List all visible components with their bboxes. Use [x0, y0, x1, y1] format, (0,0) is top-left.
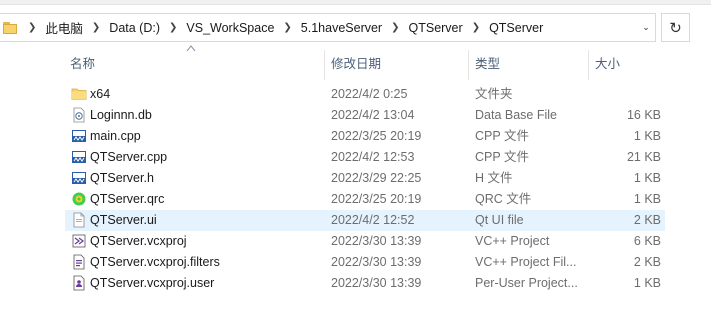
- file-row[interactable]: QTServer.qrc 2022/3/25 20:19 QRC 文件 1 KB: [65, 189, 665, 210]
- file-name: Loginnn.db: [90, 108, 152, 122]
- file-size: 2 KB: [633, 213, 661, 227]
- file-type: Data Base File: [475, 108, 557, 122]
- column-header-row: 名称 修改日期 类型 大小: [0, 50, 711, 80]
- header-file-icon: [71, 170, 87, 186]
- file-type: QRC 文件: [475, 192, 532, 206]
- column-header-name[interactable]: 名称: [64, 50, 324, 80]
- file-type: VC++ Project: [475, 234, 550, 248]
- file-name: QTServer.cpp: [90, 150, 168, 164]
- address-dropdown-button[interactable]: ⌄: [636, 13, 656, 42]
- file-row[interactable]: QTServer.ui 2022/4/2 12:52 Qt UI file 2 KB: [65, 210, 665, 231]
- folder-icon: [3, 21, 19, 34]
- file-name: QTServer.vcxproj: [90, 234, 187, 248]
- file-name: QTServer.h: [90, 171, 154, 185]
- file-row[interactable]: QTServer.vcxproj.user 2022/3/30 13:39 Per-…: [65, 273, 665, 294]
- file-type: H 文件: [475, 171, 513, 185]
- chevron-right-icon[interactable]: ❯: [283, 22, 291, 33]
- refresh-icon: ↻: [669, 19, 682, 37]
- file-row[interactable]: QTServer.vcxproj.filters 2022/3/30 13:39 V…: [65, 252, 665, 273]
- breadcrumb-workspace[interactable]: VS_WorkSpace: [186, 21, 274, 35]
- file-modified-date: 2022/4/2 0:25: [331, 87, 408, 101]
- file-row[interactable]: QTServer.h 2022/3/29 22:25 H 文件 1 KB: [65, 168, 665, 189]
- file-name: main.cpp: [90, 129, 141, 143]
- file-type: VC++ Project Fil...: [475, 255, 577, 269]
- file-size: [591, 84, 661, 105]
- file-modified-date: 2022/3/25 20:19: [331, 129, 422, 143]
- file-modified-date: 2022/3/30 13:39: [331, 276, 422, 290]
- qt-resource-icon: [71, 191, 87, 207]
- chevron-right-icon[interactable]: ❯: [92, 22, 100, 33]
- file-modified-date: 2022/3/25 20:19: [331, 192, 422, 206]
- file-row[interactable]: Loginnn.db 2022/4/2 13:04 Data Base File 16…: [65, 105, 665, 126]
- folder-icon: [71, 86, 87, 102]
- cpp-file-icon: [71, 128, 87, 144]
- chevron-right-icon[interactable]: ❯: [391, 22, 399, 33]
- file-row[interactable]: QTServer.cpp 2022/4/2 12:53 CPP 文件 21 KB: [65, 147, 665, 168]
- vcxproj-icon: [71, 233, 87, 249]
- file-name: QTServer.vcxproj.user: [90, 276, 215, 290]
- breadcrumb-drive[interactable]: Data (D:): [109, 21, 160, 35]
- file-modified-date: 2022/3/30 13:39: [331, 234, 422, 248]
- vcxproj-user-icon: [71, 275, 87, 291]
- file-modified-date: 2022/3/29 22:25: [331, 171, 422, 185]
- file-type: Qt UI file: [475, 213, 524, 227]
- file-size: 16 KB: [626, 108, 661, 122]
- file-name: QTServer.vcxproj.filters: [90, 255, 220, 269]
- file-row[interactable]: x64 2022/4/2 0:25 文件夹: [65, 84, 665, 105]
- breadcrumb-qtserver-current[interactable]: QTServer: [489, 21, 543, 35]
- breadcrumb-qtserver-parent[interactable]: QTServer: [409, 21, 463, 35]
- chevron-right-icon[interactable]: ❯: [28, 22, 36, 33]
- file-modified-date: 2022/3/30 13:39: [331, 255, 422, 269]
- file-modified-date: 2022/4/2 12:52: [331, 213, 415, 227]
- file-row[interactable]: QTServer.vcxproj 2022/3/30 13:39 VC++ Proj…: [65, 231, 665, 252]
- column-header-date[interactable]: 修改日期: [324, 50, 468, 80]
- file-name: QTServer.ui: [90, 213, 157, 227]
- file-name: QTServer.qrc: [90, 192, 165, 206]
- file-type: CPP 文件: [475, 129, 529, 143]
- breadcrumb-this-pc[interactable]: 此电脑: [45, 18, 83, 37]
- file-size: 1 KB: [633, 171, 661, 185]
- file-name: x64: [90, 87, 111, 101]
- chevron-right-icon[interactable]: ❯: [472, 22, 480, 33]
- ui-file-icon: [71, 212, 87, 228]
- column-header-type[interactable]: 类型: [468, 50, 588, 80]
- address-bar[interactable]: ❯ 此电脑 ❯ Data (D:) ❯ VS_WorkSpace ❯ 5.1ha…: [0, 13, 656, 42]
- ribbon-edge: [0, 0, 711, 5]
- file-row[interactable]: main.cpp 2022/3/25 20:19 CPP 文件 1 KB: [65, 126, 665, 147]
- chevron-down-icon: ⌄: [642, 22, 650, 32]
- file-type: CPP 文件: [475, 150, 529, 164]
- breadcrumb-haveserver[interactable]: 5.1haveServer: [301, 21, 382, 35]
- cpp-file-icon: [71, 149, 87, 165]
- file-size: 1 KB: [633, 192, 661, 206]
- file-type: Per-User Project...: [475, 276, 578, 290]
- refresh-button[interactable]: ↻: [661, 13, 690, 42]
- file-modified-date: 2022/4/2 13:04: [331, 108, 415, 122]
- file-type: 文件夹: [475, 87, 513, 101]
- file-size: 21 KB: [626, 150, 661, 164]
- file-size: 1 KB: [633, 276, 661, 290]
- file-modified-date: 2022/4/2 12:53: [331, 150, 415, 164]
- column-header-size[interactable]: 大小: [588, 50, 666, 80]
- vcxproj-filters-icon: [71, 254, 87, 270]
- database-file-icon: [71, 107, 87, 123]
- file-size: 2 KB: [633, 255, 661, 269]
- chevron-right-icon[interactable]: ❯: [169, 22, 177, 33]
- file-size: 1 KB: [633, 129, 661, 143]
- file-size: 6 KB: [633, 234, 661, 248]
